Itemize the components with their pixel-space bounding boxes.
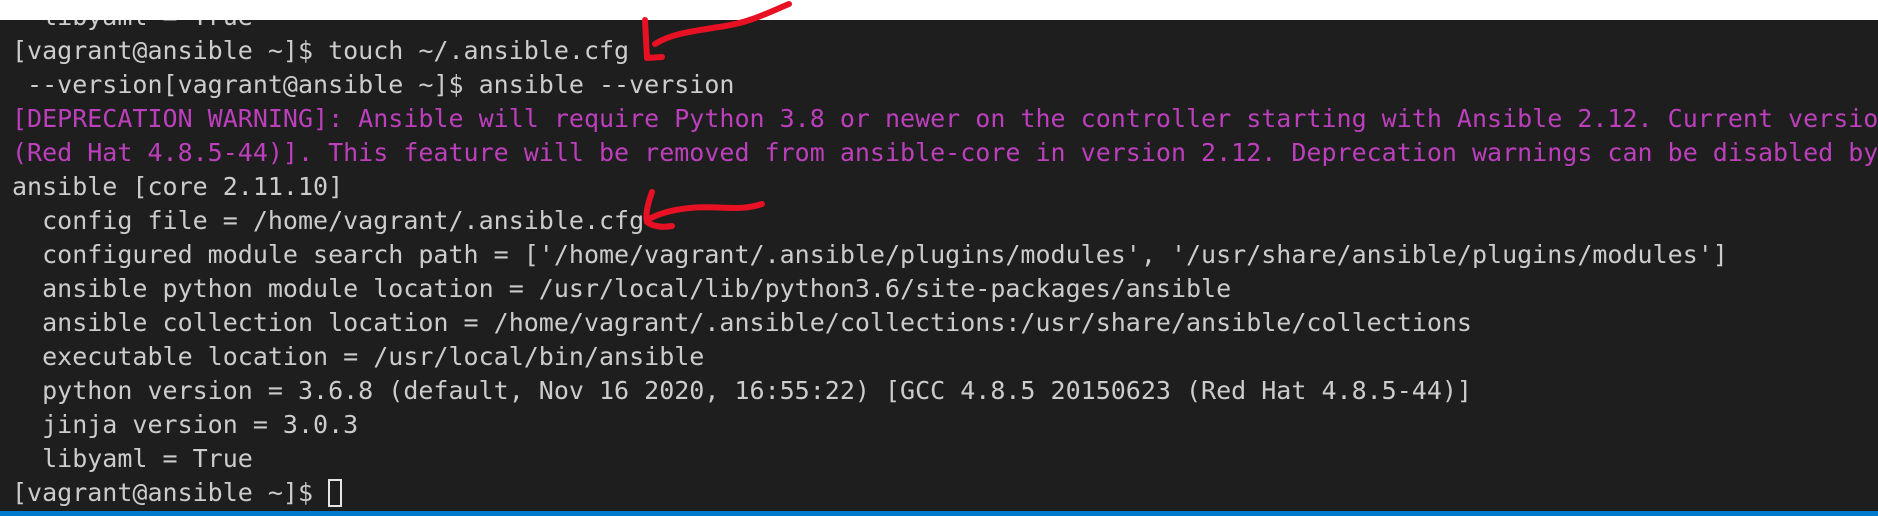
deprecation-warning-line-2: (Red Hat 4.8.5-44)]. This feature will b… xyxy=(12,138,1878,167)
terminal-line-python-version: python version = 3.6.8 (default, Nov 16 … xyxy=(12,376,1472,405)
terminal-line-jinja-version: jinja version = 3.0.3 xyxy=(12,410,359,439)
terminal-prompt: [vagrant@ansible ~]$ xyxy=(12,478,329,507)
terminal-line-module-search-path: configured module search path = ['/home/… xyxy=(12,240,1728,269)
deprecation-warning-line-1: [DEPRECATION WARNING]: Ansible will requ… xyxy=(12,104,1878,133)
terminal-line-libyaml: libyaml = True xyxy=(12,444,253,473)
terminal-cursor[interactable] xyxy=(328,479,343,507)
window-top-strip xyxy=(0,0,1878,20)
status-bar xyxy=(0,511,1878,516)
terminal-line-python-module-location: ansible python module location = /usr/lo… xyxy=(12,274,1232,303)
terminal-line-ansible-core: ansible [core 2.11.10] xyxy=(12,172,344,201)
terminal-line-config-file: config file = /home/vagrant/.ansible.cfg xyxy=(12,206,645,235)
terminal-prompt-line: [vagrant@ansible ~]$ xyxy=(12,476,343,510)
terminal-line-collection-location: ansible collection location = /home/vagr… xyxy=(12,308,1472,337)
terminal-line-executable-location: executable location = /usr/local/bin/ans… xyxy=(12,342,705,371)
terminal-output[interactable]: libyaml = True [vagrant@ansible ~]$ touc… xyxy=(0,20,1878,511)
terminal-line-touch-command: [vagrant@ansible ~]$ touch ~/.ansible.cf… xyxy=(12,36,630,65)
terminal-line-libyaml-top: libyaml = True xyxy=(12,20,253,34)
terminal-line-version-command: --version[vagrant@ansible ~]$ ansible --… xyxy=(12,70,735,99)
